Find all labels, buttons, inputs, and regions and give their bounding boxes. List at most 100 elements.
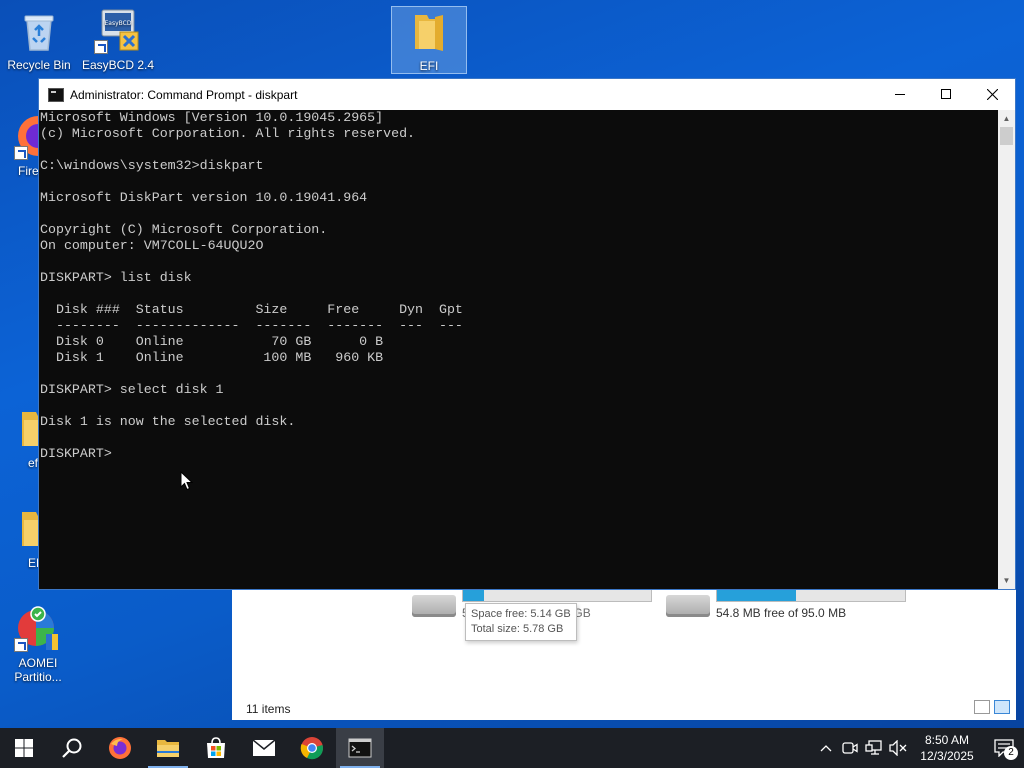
show-hidden-icons-button[interactable] <box>814 728 838 768</box>
desktop-icon-label: EF <box>28 556 40 570</box>
mouse-cursor-icon <box>180 470 194 496</box>
windows-logo-icon <box>15 739 33 757</box>
taskbar-mail[interactable] <box>240 728 288 768</box>
chevron-up-icon <box>820 745 832 752</box>
firefox-icon <box>14 112 40 160</box>
explorer-status-text: 11 items <box>246 702 291 716</box>
desktop-icon-label: ef <box>28 456 39 470</box>
desktop-icon-firefox[interactable]: Fire <box>0 112 40 178</box>
volume-button[interactable] <box>886 728 910 768</box>
drive-usage-fill <box>463 590 484 601</box>
taskbar-chrome[interactable] <box>288 728 336 768</box>
console-line: (c) Microsoft Corporation. All rights re… <box>40 126 416 141</box>
shortcut-arrow-icon <box>94 40 108 54</box>
action-center-button[interactable]: 2 <box>984 728 1024 768</box>
firefox-icon <box>109 737 131 759</box>
mail-icon <box>252 739 276 756</box>
console-line: DISKPART> list disk <box>40 270 192 285</box>
recycle-bin-icon <box>15 6 63 54</box>
hard-drive-icon <box>666 595 710 617</box>
desktop-icon-label: Fire <box>18 164 39 178</box>
console-line: Microsoft DiskPart version 10.0.19041.96… <box>40 190 368 205</box>
minimize-icon <box>895 94 905 95</box>
taskbar-firefox[interactable] <box>96 728 144 768</box>
search-icon <box>62 738 82 758</box>
console-line: Disk ### Status Size Free Dyn Gpt <box>40 302 463 317</box>
desktop-icon-easybcd[interactable]: EasyBCD EasyBCD 2.4 <box>80 6 156 72</box>
file-explorer-window: 5.14 GB free of 5.78 GB 54.8 MB free of … <box>232 585 1016 720</box>
close-button[interactable] <box>969 79 1015 109</box>
tooltip-total-size: Total size: 5.78 GB <box>471 623 564 635</box>
clock[interactable]: 8:50 AM 12/3/2025 <box>910 732 984 764</box>
scroll-down-icon[interactable]: ▼ <box>998 572 1015 589</box>
start-button[interactable] <box>0 728 48 768</box>
drive-usage-bar <box>716 589 906 602</box>
drive-tooltip: Space free: 5.14 GB Total size: 5.78 GB <box>465 603 577 641</box>
scroll-up-icon[interactable]: ▲ <box>998 110 1015 127</box>
console-line: Microsoft Windows [Version 10.0.19045.29… <box>40 110 384 125</box>
window-title: Administrator: Command Prompt - diskpart <box>70 87 298 102</box>
hard-drive-icon <box>412 595 456 617</box>
minimize-button[interactable] <box>877 79 923 109</box>
easybcd-icon: EasyBCD <box>94 6 142 54</box>
close-icon <box>986 88 998 100</box>
title-bar[interactable]: Administrator: Command Prompt - diskpart <box>39 79 1015 110</box>
console-line: Disk 1 is now the selected disk. <box>40 414 296 429</box>
network-button[interactable] <box>862 728 886 768</box>
tiles-view-icon[interactable] <box>994 700 1010 714</box>
clock-date: 12/3/2025 <box>920 749 974 763</box>
folder-icon <box>18 404 40 452</box>
console-line: On computer: VM7COLL-64UQU2O <box>40 238 264 253</box>
folder-icon <box>18 504 40 552</box>
search-button[interactable] <box>48 728 96 768</box>
details-view-icon[interactable] <box>974 700 990 714</box>
view-toggle <box>974 700 1010 714</box>
desktop-icon-label: EFI <box>419 59 439 73</box>
console-line: -------- ------------- ------- ------- -… <box>40 318 463 333</box>
drive-tile[interactable]: 54.8 MB free of 95.0 MB <box>666 589 906 620</box>
desktop-icon-folder-ef[interactable]: ef <box>0 404 40 470</box>
clock-time: 8:50 AM <box>924 733 970 747</box>
folder-icon <box>405 7 453 55</box>
aomei-partition-icon <box>14 604 62 652</box>
desktop-icon-aomei[interactable]: AOMEI Partitio... <box>0 604 76 684</box>
taskbar-command-prompt[interactable] <box>336 728 384 768</box>
command-prompt-window: Administrator: Command Prompt - diskpart… <box>38 78 1016 590</box>
vertical-scrollbar[interactable]: ▲ ▼ <box>998 110 1015 589</box>
maximize-button[interactable] <box>923 79 969 109</box>
svg-text:EasyBCD: EasyBCD <box>105 20 132 27</box>
desktop-icon-label: AOMEI Partitio... <box>14 656 62 684</box>
notification-count-badge: 2 <box>1004 746 1018 760</box>
store-icon <box>207 737 225 758</box>
desktop-icon-label: EasyBCD 2.4 <box>81 58 155 72</box>
shortcut-arrow-icon <box>14 146 28 160</box>
shortcut-arrow-icon <box>14 638 28 652</box>
console-line: DISKPART> select disk 1 <box>40 382 224 397</box>
desktop-icon-recycle-bin[interactable]: Recycle Bin <box>1 6 77 72</box>
scrollbar-thumb[interactable] <box>1000 127 1013 145</box>
volume-muted-icon <box>889 740 907 756</box>
taskbar: 8:50 AM 12/3/2025 2 <box>0 728 1024 768</box>
desktop-icon-folder-EF[interactable]: EF <box>0 504 40 570</box>
console-line: DISKPART> <box>40 446 120 461</box>
tooltip-space-free: Space free: 5.14 GB <box>471 608 571 620</box>
taskbar-store[interactable] <box>192 728 240 768</box>
chrome-icon <box>300 737 323 760</box>
network-icon <box>865 740 882 755</box>
drive-space-text: 54.8 MB free of 95.0 MB <box>716 606 847 620</box>
console-text: Microsoft Windows [Version 10.0.19045.29… <box>40 110 998 462</box>
cmd-icon <box>348 738 372 758</box>
console-output[interactable]: Microsoft Windows [Version 10.0.19045.29… <box>39 110 998 589</box>
system-tray: 8:50 AM 12/3/2025 2 <box>814 728 1024 768</box>
cmd-app-icon <box>48 87 64 102</box>
taskbar-file-explorer[interactable] <box>144 728 192 768</box>
console-line: Disk 0 Online 70 GB 0 B <box>40 334 384 349</box>
console-line: Disk 1 Online 100 MB 960 KB <box>40 350 384 365</box>
window-controls <box>877 79 1015 109</box>
tray-app-icon[interactable] <box>838 728 862 768</box>
desktop-icon-efi-folder[interactable]: EFI <box>391 6 467 74</box>
